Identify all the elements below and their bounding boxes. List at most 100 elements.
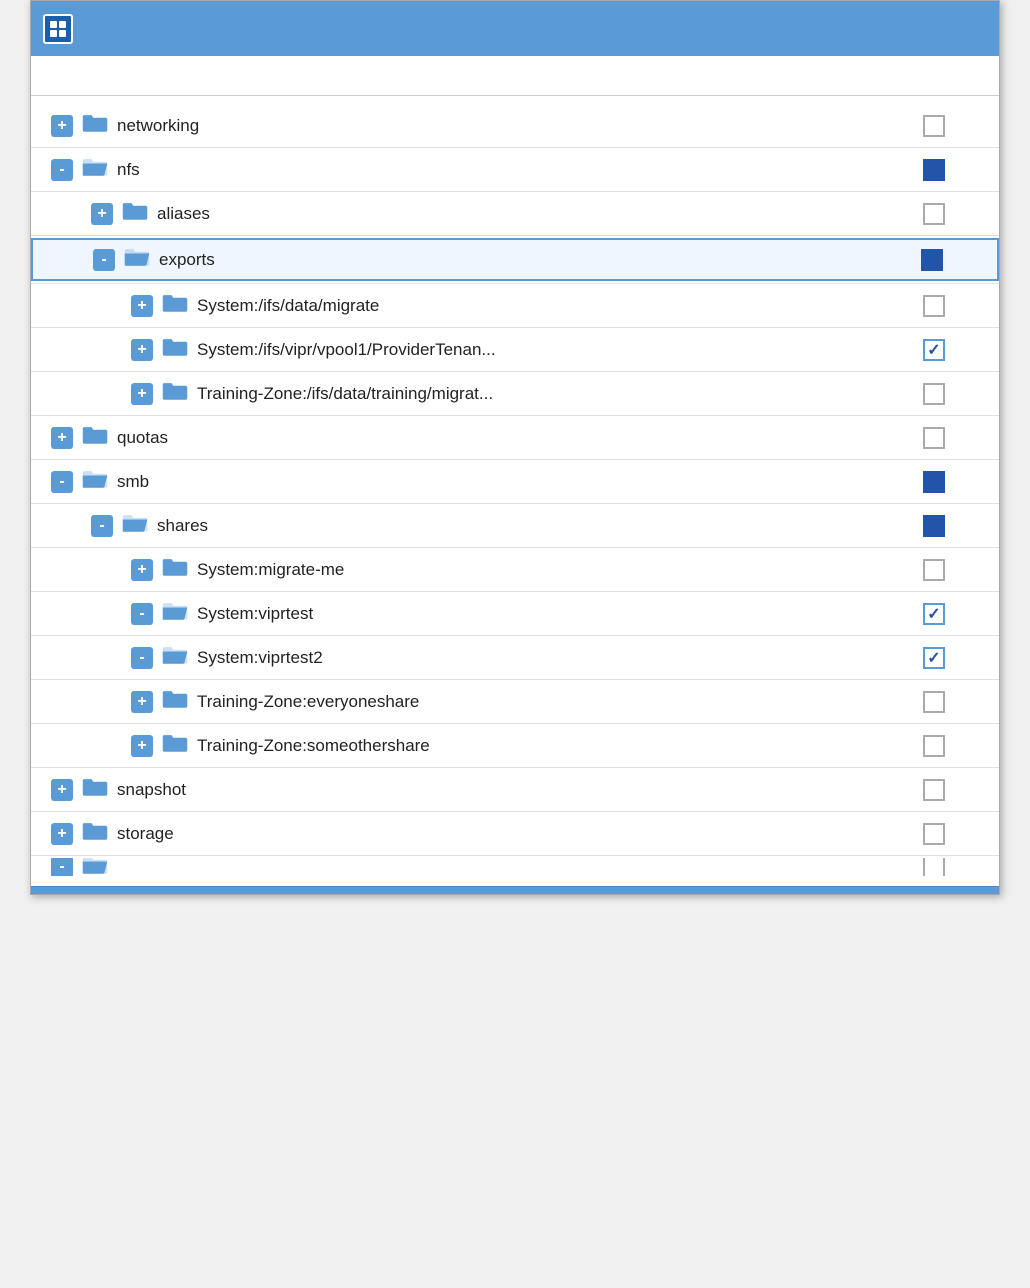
tree-item[interactable]: + networking — [31, 106, 999, 145]
tree-item[interactable]: - shares — [31, 506, 999, 545]
open-folder-icon — [161, 600, 197, 627]
checkbox[interactable] — [923, 858, 945, 876]
tree-item[interactable]: - — [31, 858, 999, 876]
item-label: aliases — [157, 204, 210, 224]
tree-item[interactable]: + storage — [31, 814, 999, 853]
checkbox[interactable] — [923, 159, 945, 181]
checkbox[interactable] — [921, 249, 943, 271]
checkbox-area — [869, 515, 999, 537]
expand-button[interactable]: + — [91, 203, 113, 225]
checkbox[interactable] — [923, 203, 945, 225]
checkbox[interactable] — [923, 515, 945, 537]
tree-item[interactable]: - smb — [31, 462, 999, 501]
checkbox-area — [869, 427, 999, 449]
tree-item[interactable]: + System:/ifs/vipr/vpool1/ProviderTenan.… — [31, 330, 999, 369]
collapse-button[interactable]: - — [51, 858, 73, 876]
tree-item[interactable]: - nfs — [31, 150, 999, 189]
expand-button[interactable]: + — [51, 427, 73, 449]
minimize-button[interactable] — [895, 17, 919, 41]
tree-item[interactable]: + quotas — [31, 418, 999, 457]
closed-folder-icon — [81, 820, 117, 847]
collapse-button[interactable]: - — [131, 647, 153, 669]
closed-folder-icon — [161, 336, 197, 363]
closed-folder-icon — [161, 732, 197, 759]
expand-button[interactable]: + — [131, 383, 153, 405]
collapse-button[interactable]: - — [91, 515, 113, 537]
item-label: System:viprtest2 — [197, 648, 323, 668]
tree-item[interactable]: + System:/ifs/data/migrate — [31, 286, 999, 325]
item-label: System:viprtest — [197, 604, 313, 624]
open-folder-icon — [161, 644, 197, 671]
app-icon — [43, 14, 73, 44]
expand-button[interactable]: + — [131, 735, 153, 757]
open-folder-icon — [81, 858, 117, 876]
checkbox[interactable]: ✓ — [923, 339, 945, 361]
closed-folder-icon — [161, 292, 197, 319]
checkbox[interactable] — [923, 471, 945, 493]
expand-button[interactable]: + — [51, 779, 73, 801]
expand-button[interactable]: + — [131, 691, 153, 713]
expand-button[interactable]: + — [51, 115, 73, 137]
checkbox-area — [869, 559, 999, 581]
open-folder-icon — [123, 246, 159, 273]
checkbox-area — [869, 779, 999, 801]
tree-item[interactable]: + Training-Zone:everyoneshare — [31, 682, 999, 721]
checkbox[interactable] — [923, 295, 945, 317]
checkbox-area — [869, 115, 999, 137]
checkbox[interactable]: ✓ — [923, 603, 945, 625]
expand-button[interactable]: + — [51, 823, 73, 845]
maximize-button[interactable] — [929, 17, 953, 41]
collapse-button[interactable]: - — [131, 603, 153, 625]
expand-button[interactable]: + — [131, 339, 153, 361]
checkbox[interactable] — [923, 115, 945, 137]
expand-button[interactable]: + — [131, 559, 153, 581]
checkbox-area: ✓ — [869, 603, 999, 625]
tree-item[interactable]: + System:migrate-me — [31, 550, 999, 589]
open-folder-icon — [81, 156, 117, 183]
tree-item[interactable]: - exports — [31, 238, 999, 281]
item-label: storage — [117, 824, 174, 844]
close-button[interactable] — [963, 17, 987, 41]
open-folder-icon — [81, 468, 117, 495]
checkbox-area — [869, 735, 999, 757]
closed-folder-icon — [161, 556, 197, 583]
item-label: System:migrate-me — [197, 560, 344, 580]
item-label: nfs — [117, 160, 140, 180]
item-label: shares — [157, 516, 208, 536]
checkbox-area — [867, 249, 997, 271]
tree-item[interactable]: + Training-Zone:someothershare — [31, 726, 999, 765]
tree-item[interactable]: - System:viprtest2 ✓ — [31, 638, 999, 677]
checkbox-area: ✓ — [869, 339, 999, 361]
item-label: snapshot — [117, 780, 186, 800]
closed-folder-icon — [161, 380, 197, 407]
item-label: exports — [159, 250, 215, 270]
collapse-button[interactable]: - — [93, 249, 115, 271]
checkbox[interactable] — [923, 735, 945, 757]
checkbox[interactable] — [923, 823, 945, 845]
checkbox[interactable] — [923, 383, 945, 405]
item-label: networking — [117, 116, 199, 136]
item-label: smb — [117, 472, 149, 492]
checkbox[interactable] — [923, 691, 945, 713]
tree-item[interactable]: + snapshot — [31, 770, 999, 809]
checkbox[interactable] — [923, 559, 945, 581]
collapse-button[interactable]: - — [51, 471, 73, 493]
tree-item[interactable]: + aliases — [31, 194, 999, 233]
checkbox-area — [869, 858, 999, 876]
tree-item[interactable]: + Training-Zone:/ifs/data/training/migra… — [31, 374, 999, 413]
checkbox-area — [869, 383, 999, 405]
item-label: Training-Zone:everyoneshare — [197, 692, 419, 712]
item-label: Training-Zone:someothershare — [197, 736, 430, 756]
closed-folder-icon — [81, 112, 117, 139]
checkbox-area — [869, 295, 999, 317]
item-label: Training-Zone:/ifs/data/training/migrat.… — [197, 384, 493, 404]
checkbox[interactable] — [923, 427, 945, 449]
item-label: System:/ifs/data/migrate — [197, 296, 379, 316]
checkbox-area — [869, 471, 999, 493]
expand-button[interactable]: + — [131, 295, 153, 317]
checkbox[interactable] — [923, 779, 945, 801]
tree-item[interactable]: - System:viprtest ✓ — [31, 594, 999, 633]
checkbox[interactable]: ✓ — [923, 647, 945, 669]
collapse-button[interactable]: - — [51, 159, 73, 181]
checkbox-area — [869, 823, 999, 845]
